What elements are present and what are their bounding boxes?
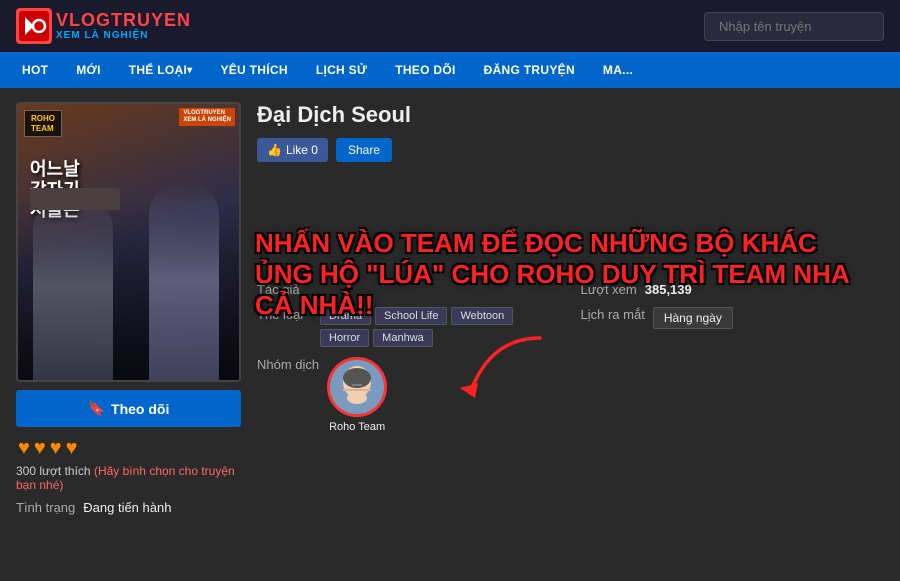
heart-4[interactable]: ♥ — [66, 437, 78, 460]
genre-label: Thể loại — [257, 307, 312, 322]
content: ROHOTEAM VLOGTRUYENXEM LÀ NGHIỆN 어느날갑자기서… — [0, 88, 900, 581]
author-label: Tác giả — [257, 282, 312, 297]
logo-text: VLOGTRUYEN XEM LÀ NGHIỆN — [56, 11, 191, 42]
action-buttons: 👍 Like 0 Share — [257, 138, 884, 162]
tags-container: Drama School Life Webtoon Horror Manhwa — [320, 307, 561, 347]
views-label: Lượt xem — [581, 282, 637, 297]
likes-count: 300 lượt thích — [16, 464, 91, 478]
tag-school[interactable]: School Life — [375, 307, 447, 325]
nav-more[interactable]: MA... — [589, 52, 647, 88]
nav-theloai[interactable]: THỂ LOẠI — [115, 52, 207, 88]
search-input[interactable] — [704, 12, 884, 41]
views-row: Lượt xem 385,139 — [581, 282, 885, 297]
genre-row: Thể loại Drama School Life Webtoon Horro… — [257, 307, 561, 347]
manga-title: Đại Dịch Seoul — [257, 102, 884, 128]
right-panel: Đại Dịch Seoul 👍 Like 0 Share NHẤN VÀO T… — [257, 102, 884, 567]
cover-roho-label: ROHOTEAM — [31, 114, 55, 133]
thumbs-up-icon: 👍 — [267, 143, 282, 157]
tag-webtoon[interactable]: Webtoon — [451, 307, 513, 325]
nav-lichsu[interactable]: LỊCH SỬ — [302, 52, 381, 88]
hearts-row: ♥ ♥ ♥ ♥ — [16, 437, 241, 460]
nav-theodoi[interactable]: THEO DÕI — [381, 52, 469, 88]
group-name: Roho Team — [329, 421, 385, 433]
bookmark-icon: 🔖 — [88, 400, 105, 417]
follow-button[interactable]: 🔖 Theo dõi — [16, 390, 241, 427]
nav: HOT MỚI THỂ LOẠI YÊU THÍCH LỊCH SỬ THEO … — [0, 52, 900, 88]
heart-3[interactable]: ♥ — [50, 437, 62, 460]
logo-sub: XEM LÀ NGHIỆN — [56, 30, 191, 41]
nav-dangtruyen[interactable]: ĐĂNG TRUYỆN — [470, 52, 589, 88]
release-label: Lịch ra mắt — [581, 307, 645, 322]
group-row: Nhóm dịch — [257, 357, 561, 433]
logo: VLOGTRUYEN XEM LÀ NGHIỆN — [16, 8, 191, 44]
left-panel: ROHOTEAM VLOGTRUYENXEM LÀ NGHIỆN 어느날갑자기서… — [16, 102, 241, 567]
tag-horror[interactable]: Horror — [320, 329, 369, 347]
release-row: Lịch ra mắt Hàng ngày — [581, 307, 885, 347]
views-count: 385,139 — [645, 282, 692, 297]
cover-image: ROHOTEAM VLOGTRUYENXEM LÀ NGHIỆN 어느날갑자기서… — [16, 102, 241, 382]
cover-site-badge: VLOGTRUYENXEM LÀ NGHIỆN — [179, 108, 235, 126]
tag-drama[interactable]: Drama — [320, 307, 371, 325]
status-value: Đang tiến hành — [83, 500, 171, 515]
nav-hot[interactable]: HOT — [8, 52, 62, 88]
likes-row: 300 lượt thích (Hãy bình chọn cho truyện… — [16, 464, 241, 492]
status-label: Tình trạng — [16, 500, 75, 515]
group-avatar-inner — [330, 360, 384, 414]
info-grid: Tác giả Lượt xem 385,139 Thể loại Drama … — [257, 282, 884, 433]
release-value: Hàng ngày — [653, 307, 733, 329]
like-button[interactable]: 👍 Like 0 — [257, 138, 328, 162]
tag-manhwa[interactable]: Manhwa — [373, 329, 433, 347]
header: VLOGTRUYEN XEM LÀ NGHIỆN — [0, 0, 900, 52]
group-label: Nhóm dịch — [257, 357, 319, 372]
follow-label: Theo dõi — [111, 401, 169, 417]
author-row: Tác giả — [257, 282, 561, 297]
share-button[interactable]: Share — [336, 138, 392, 162]
heart-2[interactable]: ♥ — [34, 437, 46, 460]
logo-main: VLOGTRUYEN — [56, 11, 191, 31]
nav-yeuthich[interactable]: YÊU THÍCH — [206, 52, 301, 88]
nav-moi[interactable]: MỚI — [62, 52, 114, 88]
status-row: Tình trạng Đang tiến hành — [16, 500, 241, 515]
group-avatar[interactable] — [327, 357, 387, 417]
group-container[interactable]: Roho Team — [327, 357, 387, 433]
logo-icon — [16, 8, 52, 44]
heart-1[interactable]: ♥ — [18, 437, 30, 460]
like-label: Like 0 — [286, 143, 318, 157]
